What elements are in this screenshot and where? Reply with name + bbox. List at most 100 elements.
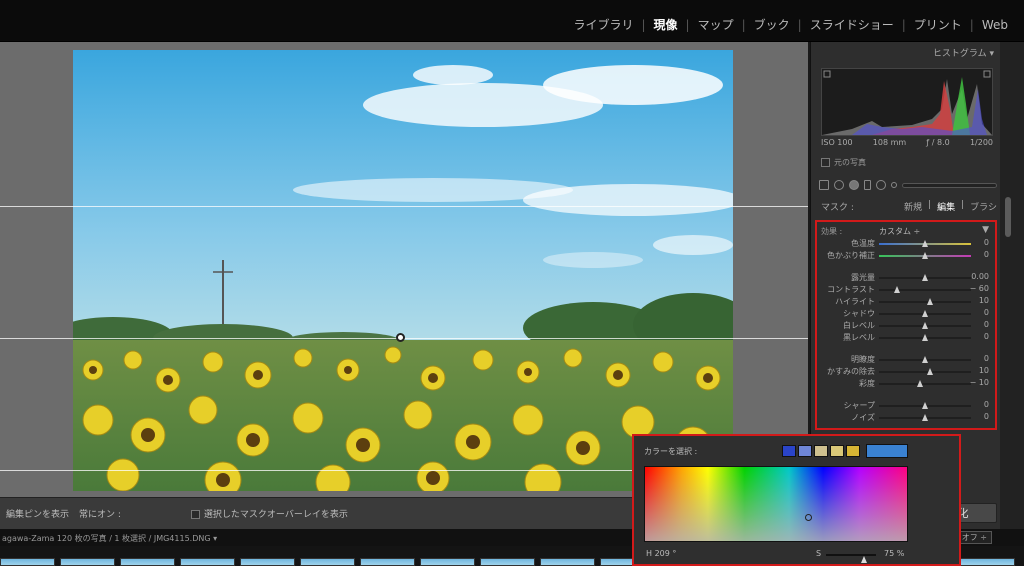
overlay-toggle[interactable]: 選択したマスクオーバーレイを表示	[190, 507, 348, 520]
saturation-knob[interactable]	[860, 556, 867, 563]
preset-swatch[interactable]	[814, 445, 828, 457]
module-map[interactable]: マップ	[690, 16, 742, 33]
filmstrip-info[interactable]: agawa-Zama 120 枚の写真 / 1 枚選択 / JMG4115.DN…	[2, 533, 217, 544]
original-photo-checkbox[interactable]	[821, 158, 830, 167]
filmstrip-thumbnail[interactable]	[300, 558, 355, 566]
slider-knob[interactable]	[922, 334, 928, 341]
preset-swatch[interactable]	[830, 445, 844, 457]
module-slideshow[interactable]: スライドショー	[802, 16, 902, 33]
filmstrip-thumbnail[interactable]	[0, 558, 55, 566]
hue-value: 209 °	[654, 549, 677, 558]
slider-value[interactable]: 0	[984, 308, 989, 317]
slider-knob[interactable]	[922, 322, 928, 329]
slider-knob[interactable]	[926, 298, 933, 305]
panel-scrollbar[interactable]	[1000, 42, 1024, 529]
slider-knob[interactable]	[922, 252, 928, 259]
slider-track[interactable]	[879, 289, 971, 291]
saturation-label: S	[816, 549, 822, 558]
overlay-checkbox[interactable]	[190, 510, 200, 519]
filmstrip-thumbnail[interactable]	[120, 558, 175, 566]
filmstrip-thumbnail[interactable]	[240, 558, 295, 566]
module-web[interactable]: Web	[974, 18, 1016, 32]
mask-brush[interactable]: ブラシ	[970, 200, 997, 213]
collapse-triangle-icon[interactable]: ▼	[982, 225, 989, 235]
slider-row: 彩度 − 10	[817, 378, 997, 390]
mask-separator: |	[928, 200, 932, 210]
filmstrip-thumbnail[interactable]	[540, 558, 595, 566]
filmstrip-thumbnail[interactable]	[60, 558, 115, 566]
filmstrip-thumbnail[interactable]	[360, 558, 415, 566]
edit-pin[interactable]	[396, 333, 405, 342]
module-library[interactable]: ライブラリ	[565, 16, 641, 33]
preset-swatch[interactable]	[846, 445, 860, 457]
filmstrip-thumbnail[interactable]	[420, 558, 475, 566]
slider-row: シャドウ 0	[817, 308, 997, 320]
slider-label: ハイライト	[835, 297, 875, 306]
mask-new[interactable]: 新規	[904, 200, 922, 213]
slider-knob[interactable]	[922, 356, 928, 363]
module-print[interactable]: プリント	[906, 16, 970, 33]
slider-value[interactable]: − 10	[970, 378, 989, 387]
brush-tool-icon[interactable]	[891, 182, 897, 188]
slider-knob[interactable]	[926, 368, 933, 375]
slider-label: 色温度	[851, 239, 875, 248]
slider-value[interactable]: 0	[984, 238, 989, 247]
slider-value[interactable]: 0	[984, 250, 989, 259]
mask-edit[interactable]: 編集	[937, 200, 955, 213]
histogram-graph	[822, 70, 992, 135]
slider-knob[interactable]	[922, 414, 928, 421]
mask-separator: |	[961, 200, 965, 210]
spot-removal-icon[interactable]	[834, 180, 844, 190]
slider-knob[interactable]	[917, 380, 924, 387]
slider-knob[interactable]	[894, 286, 901, 293]
slider-value[interactable]: 10	[979, 296, 989, 305]
slider-value[interactable]: 0	[984, 320, 989, 329]
slider-value[interactable]: 10	[979, 366, 989, 375]
slider-knob[interactable]	[922, 402, 928, 409]
module-book[interactable]: ブック	[746, 16, 798, 33]
slider-track[interactable]	[879, 301, 971, 303]
hue-readout[interactable]: H 209 °	[646, 549, 676, 558]
crop-tool-icon[interactable]	[819, 180, 829, 190]
color-picker-popup: カラーを選択 : H 209 ° S 75 %	[632, 434, 961, 566]
redeye-icon[interactable]	[849, 180, 859, 190]
slider-label: 明瞭度	[851, 355, 875, 364]
image-canvas[interactable]	[0, 42, 808, 497]
radial-filter-icon[interactable]	[876, 180, 886, 190]
show-pins-label[interactable]: 編集ピンを表示	[6, 507, 69, 520]
tool-slider[interactable]	[902, 182, 997, 188]
slider-value[interactable]: − 60	[970, 284, 989, 293]
filmstrip-thumbnail[interactable]	[480, 558, 535, 566]
scrollbar-thumb[interactable]	[1005, 197, 1011, 237]
slider-track[interactable]	[879, 383, 971, 385]
slider-value[interactable]: 0	[984, 400, 989, 409]
slider-value[interactable]: 0	[984, 354, 989, 363]
color-spectrum[interactable]	[644, 466, 908, 542]
filmstrip-thumbnail[interactable]	[180, 558, 235, 566]
always-on-dropdown[interactable]: 常にオン :	[79, 507, 121, 520]
preset-swatch[interactable]	[798, 445, 812, 457]
slider-knob[interactable]	[922, 240, 928, 247]
slider-value[interactable]: 0	[984, 412, 989, 421]
photo-preview[interactable]	[73, 50, 733, 491]
module-picker: ライブラリ | 現像 | マップ | ブック | スライドショー | プリント …	[565, 16, 1016, 33]
gradient-guide-top[interactable]	[0, 206, 808, 207]
slider-track[interactable]	[879, 371, 971, 373]
slider-knob[interactable]	[922, 310, 928, 317]
slider-value[interactable]: 0	[984, 332, 989, 341]
slider-label: 露光量	[851, 273, 875, 282]
original-photo-toggle[interactable]: 元の写真	[821, 157, 866, 168]
selected-color-swatch[interactable]	[866, 444, 908, 458]
filmstrip-thumbnail[interactable]	[960, 558, 1015, 566]
mask-row: マスク : 新規 | 編集 | ブラシ	[821, 200, 997, 213]
slider-knob[interactable]	[922, 274, 928, 281]
slider-value[interactable]: 0.00	[971, 272, 989, 281]
color-crosshair[interactable]	[805, 514, 812, 521]
hue-label: H	[646, 549, 653, 558]
saturation-slider[interactable]	[826, 554, 876, 563]
effects-preset-dropdown[interactable]: カスタム ÷	[879, 226, 920, 237]
module-develop[interactable]: 現像	[646, 16, 686, 33]
histogram-header[interactable]: ヒストグラム ▾	[933, 46, 994, 59]
graduated-filter-icon[interactable]	[864, 180, 871, 190]
preset-swatch[interactable]	[782, 445, 796, 457]
